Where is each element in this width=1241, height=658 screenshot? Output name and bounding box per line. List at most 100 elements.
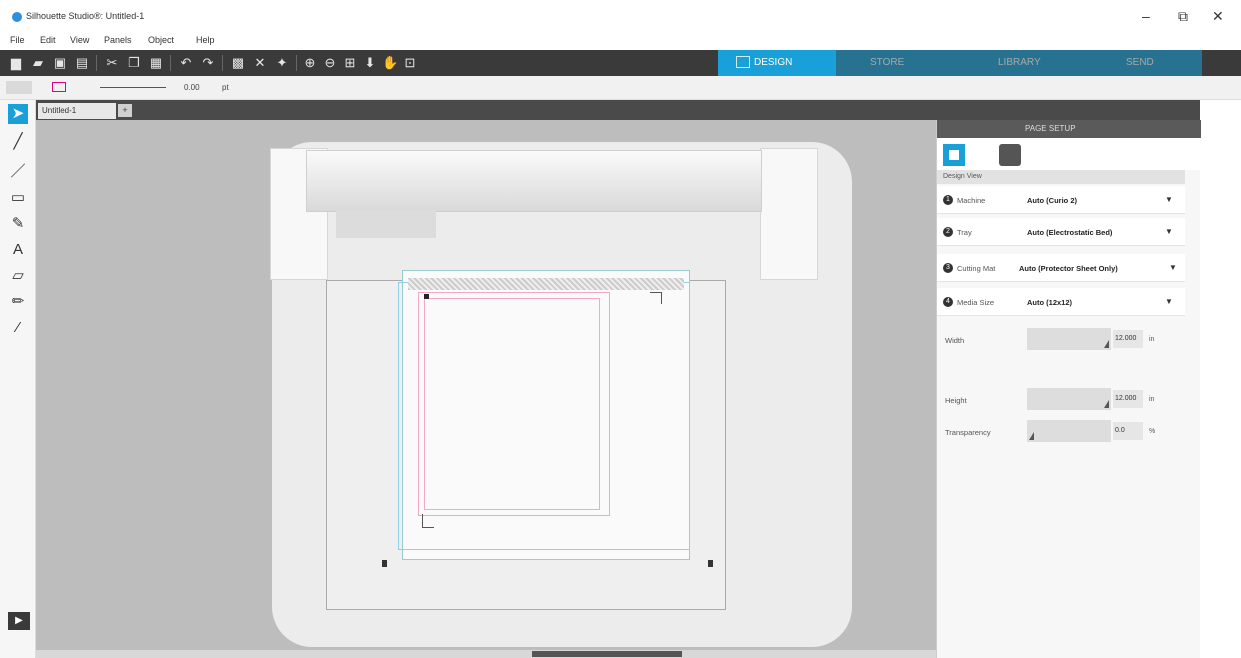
deselect-icon[interactable]: ✕ xyxy=(252,55,268,71)
zoom-in-icon[interactable]: ⊕ xyxy=(302,55,318,71)
zoom-select-icon[interactable]: ⊞ xyxy=(342,55,358,71)
menu-panels[interactable]: Panels xyxy=(104,35,132,45)
knife-tool-icon[interactable]: ✏ xyxy=(8,292,28,312)
edit-points-icon[interactable]: ╱ xyxy=(8,132,28,152)
print-border-inner xyxy=(424,298,600,510)
menu-help[interactable]: Help xyxy=(196,35,215,45)
design-canvas[interactable] xyxy=(36,120,936,658)
copy-icon[interactable]: ❐ xyxy=(126,55,142,71)
horizontal-scrollbar[interactable] xyxy=(36,650,936,658)
undo-icon[interactable]: ↶ xyxy=(178,55,194,71)
library-folder-icon[interactable]: ▶ xyxy=(8,612,30,630)
toolbar-divider xyxy=(170,55,171,71)
machine-right-cap xyxy=(760,148,818,280)
dropdown-arrow-icon[interactable]: ▼ xyxy=(1165,195,1173,204)
height-slider[interactable] xyxy=(1027,388,1111,410)
transparency-input[interactable]: 0.0 xyxy=(1113,422,1143,440)
document-tab[interactable]: Untitled-1 xyxy=(38,103,116,119)
height-unit: in xyxy=(1149,396,1155,403)
app-window: Silhouette Studio®: Untitled-1 – ⧉ ✕ Fil… xyxy=(0,0,1241,658)
cutting-mat-row[interactable]: 3 Cutting Mat Auto (Protector Sheet Only… xyxy=(937,254,1185,282)
pan-hand-icon[interactable]: ✋ xyxy=(382,55,398,71)
cutting-mat-select[interactable]: Auto (Protector Sheet Only) xyxy=(1019,264,1118,273)
line-style-preview[interactable] xyxy=(100,87,166,88)
tray-select[interactable]: Auto (Electrostatic Bed) xyxy=(1027,228,1112,237)
tab-library-label: LIBRARY xyxy=(998,57,1041,68)
toolbar-divider xyxy=(296,55,297,71)
add-document-button[interactable]: + xyxy=(118,104,132,117)
eyedropper-tool-icon[interactable]: ⁄ xyxy=(8,318,28,338)
step-2-icon: 2 xyxy=(943,227,953,237)
dropdown-arrow-icon[interactable]: ▼ xyxy=(1165,297,1173,306)
left-toolbar: ➤ ╱ ／ ▭ ✎ A ▱ ✏ ⁄ ▶ xyxy=(0,100,36,658)
design-grid-icon xyxy=(736,56,750,69)
eraser-tool-icon[interactable]: ▱ xyxy=(8,266,28,286)
page-setup-mode-icon[interactable] xyxy=(943,144,965,166)
text-tool-icon[interactable]: A xyxy=(8,240,28,260)
slider-knob[interactable] xyxy=(1104,340,1109,348)
design-view-section: Design View xyxy=(937,170,1185,184)
line-width-value[interactable]: 0.00 xyxy=(184,83,200,92)
registration-marks-mode-icon[interactable] xyxy=(999,144,1021,166)
tab-send[interactable]: SEND xyxy=(1092,50,1202,76)
close-button[interactable]: ✕ xyxy=(1212,8,1224,25)
tab-design-label: DESIGN xyxy=(754,57,793,68)
new-file-icon[interactable]: ▆ xyxy=(8,55,24,71)
slider-knob[interactable] xyxy=(1029,432,1034,440)
tab-store[interactable]: STORE xyxy=(836,50,966,76)
pen-tool-icon[interactable]: ✎ xyxy=(8,214,28,234)
machine-tray xyxy=(336,210,436,238)
line-tool-icon[interactable]: ／ xyxy=(8,162,28,182)
minimize-button[interactable]: – xyxy=(1142,8,1150,24)
redo-icon[interactable]: ↷ xyxy=(200,55,216,71)
tab-library[interactable]: LIBRARY xyxy=(966,50,1092,76)
line-color-icon[interactable] xyxy=(52,82,66,92)
width-slider[interactable] xyxy=(1027,328,1111,350)
transparency-slider[interactable] xyxy=(1027,420,1111,442)
sketch-icon[interactable]: ✦ xyxy=(274,55,290,71)
bed-marker-right xyxy=(708,560,713,567)
print-icon[interactable]: ▤ xyxy=(74,55,90,71)
scroll-thumb[interactable] xyxy=(532,651,682,657)
media-size-select[interactable]: Auto (12x12) xyxy=(1027,298,1072,307)
move-down-icon[interactable]: ⬇ xyxy=(362,55,378,71)
save-icon[interactable]: ▣ xyxy=(52,55,68,71)
transparency-label: Transparency xyxy=(945,428,991,437)
menu-edit[interactable]: Edit xyxy=(40,35,56,45)
main-toolbar: ▆ ▰ ▣ ▤ ✂ ❐ ▦ ↶ ↷ ▩ ✕ ✦ ⊕ ⊖ ⊞ ⬇ ✋ ⊡ DESI… xyxy=(0,50,1241,76)
machine-top-roller xyxy=(306,150,762,212)
paste-icon[interactable]: ▦ xyxy=(148,55,164,71)
tab-design[interactable]: DESIGN xyxy=(718,50,836,76)
rectangle-tool-icon[interactable]: ▭ xyxy=(8,188,28,208)
cutting-mat-label: Cutting Mat xyxy=(957,264,996,273)
document-tab-label: Untitled-1 xyxy=(42,106,77,115)
machine-row[interactable]: 1 Machine Auto (Curio 2) ▼ xyxy=(937,186,1185,214)
slider-knob[interactable] xyxy=(1104,400,1109,408)
menu-object[interactable]: Object xyxy=(148,35,174,45)
step-4-icon: 4 xyxy=(943,297,953,307)
machine-label: Machine xyxy=(957,196,986,205)
fill-swatch[interactable] xyxy=(6,81,32,94)
machine-select[interactable]: Auto (Curio 2) xyxy=(1027,196,1077,205)
fit-page-icon[interactable]: ⊡ xyxy=(402,55,418,71)
tray-row[interactable]: 2 Tray Auto (Electrostatic Bed) ▼ xyxy=(937,218,1185,246)
document-tab-strip: Untitled-1 + xyxy=(0,100,1200,120)
menu-file[interactable]: File xyxy=(10,35,25,45)
cut-icon[interactable]: ✂ xyxy=(104,55,120,71)
menu-view[interactable]: View xyxy=(70,35,89,45)
select-all-icon[interactable]: ▩ xyxy=(230,55,246,71)
registration-mark-top-right xyxy=(650,292,662,304)
select-arrow-icon[interactable]: ➤ xyxy=(8,104,28,124)
dropdown-arrow-icon[interactable]: ▼ xyxy=(1165,227,1173,236)
zoom-out-icon[interactable]: ⊖ xyxy=(322,55,338,71)
height-input[interactable]: 12.000 xyxy=(1113,390,1143,408)
width-input[interactable]: 12.000 xyxy=(1113,330,1143,348)
media-size-row[interactable]: 4 Media Size Auto (12x12) ▼ xyxy=(937,288,1185,316)
maximize-button[interactable]: ⧉ xyxy=(1178,8,1188,25)
open-folder-icon[interactable]: ▰ xyxy=(30,55,46,71)
step-3-icon: 3 xyxy=(943,263,953,273)
step-1-icon: 1 xyxy=(943,195,953,205)
app-logo-icon xyxy=(12,12,22,22)
panel-title: PAGE SETUP xyxy=(937,120,1201,138)
dropdown-arrow-icon[interactable]: ▼ xyxy=(1169,263,1177,272)
